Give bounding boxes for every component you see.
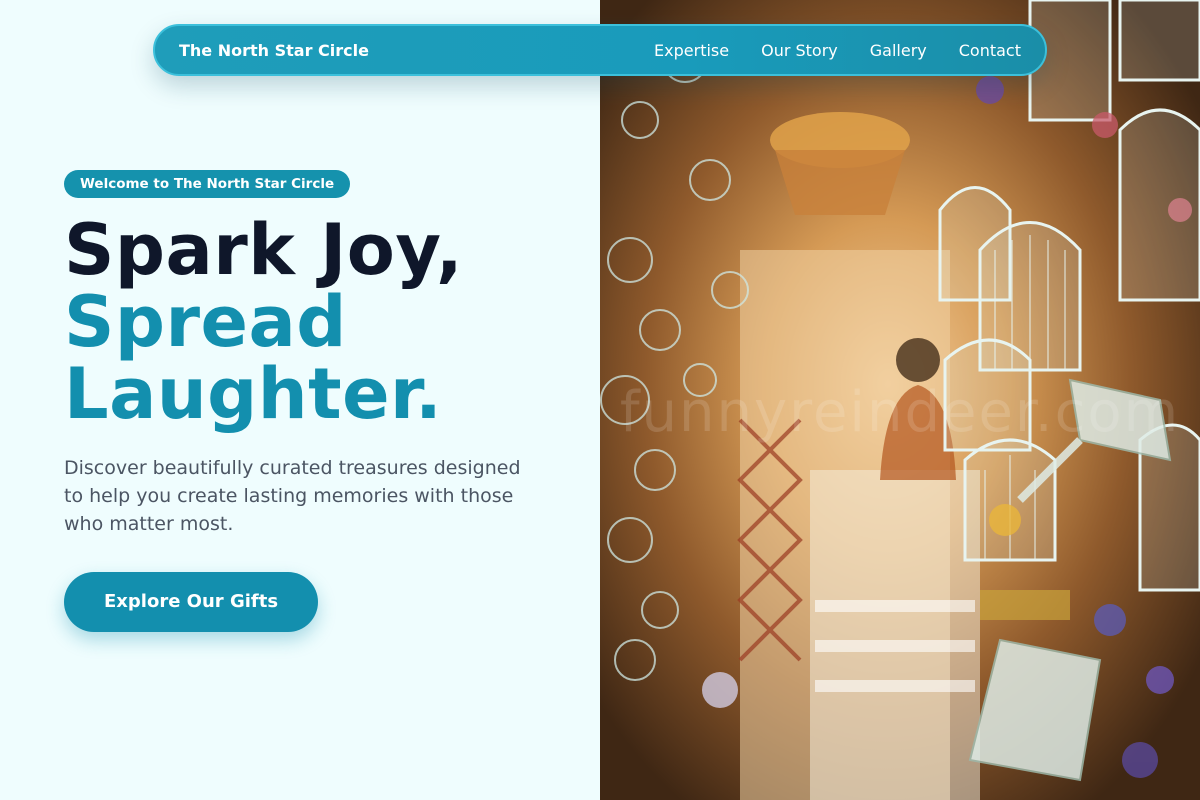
- hero-content: Welcome to The North Star Circle Spark J…: [64, 170, 564, 632]
- nav-link-our-story[interactable]: Our Story: [761, 41, 838, 60]
- image-watermark: funnyreindeer.com: [619, 380, 1181, 445]
- top-navbar: The North Star Circle Expertise Our Stor…: [153, 24, 1047, 76]
- hero-headline: Spark Joy, Spread Laughter.: [64, 214, 564, 430]
- welcome-badge: Welcome to The North Star Circle: [64, 170, 351, 198]
- headline-line-3: Laughter.: [64, 353, 443, 435]
- brand-logo-link[interactable]: The North Star Circle: [179, 41, 369, 60]
- explore-gifts-button[interactable]: Explore Our Gifts: [64, 572, 319, 632]
- headline-line-2: Spread: [64, 281, 347, 363]
- nav-link-gallery[interactable]: Gallery: [870, 41, 927, 60]
- nav-links: Expertise Our Story Gallery Contact: [654, 41, 1021, 60]
- nav-link-expertise[interactable]: Expertise: [654, 41, 729, 60]
- landing-page: funnyreindeer.com The North Star Circle …: [0, 0, 1200, 800]
- hero-description: Discover beautifully curated treasures d…: [64, 457, 521, 535]
- headline-line-1: Spark Joy,: [64, 209, 464, 291]
- nav-link-contact[interactable]: Contact: [959, 41, 1021, 60]
- hero-image-gift-shop-birdcages: funnyreindeer.com: [600, 0, 1200, 800]
